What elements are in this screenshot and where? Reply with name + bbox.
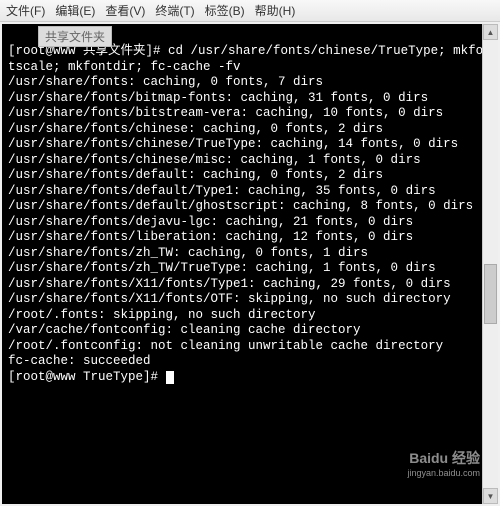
scroll-up-icon[interactable]: ▲ (483, 24, 498, 40)
menu-help[interactable]: 帮助(H) (255, 2, 296, 19)
output-line: /usr/share/fonts/chinese: caching, 0 fon… (8, 122, 383, 136)
output-line: /usr/share/fonts/chinese/misc: caching, … (8, 153, 421, 167)
menubar: 文件(F) 编辑(E) 查看(V) 终端(T) 标签(B) 帮助(H) (0, 0, 500, 22)
menu-edit[interactable]: 编辑(E) (55, 2, 95, 19)
cursor (166, 371, 174, 384)
output-line: /usr/share/fonts/chinese/TrueType: cachi… (8, 137, 458, 151)
output-line: /usr/share/fonts/zh_TW/TrueType: caching… (8, 261, 436, 275)
output-line: /usr/share/fonts/default/ghostscript: ca… (8, 199, 473, 213)
menu-tabs[interactable]: 标签(B) (205, 2, 245, 19)
prompt-2: [root@www TrueType]# (8, 370, 166, 384)
menu-terminal[interactable]: 终端(T) (155, 2, 194, 19)
scroll-down-icon[interactable]: ▼ (483, 488, 498, 504)
scroll-track[interactable] (483, 40, 498, 488)
output-line: /usr/share/fonts/liberation: caching, 12… (8, 230, 413, 244)
output-line: fc-cache: succeeded (8, 354, 151, 368)
tab-label: 共享文件夹 (38, 26, 112, 47)
output-line: /root/.fonts: skipping, no such director… (8, 308, 316, 322)
output-line: /usr/share/fonts: caching, 0 fonts, 7 di… (8, 75, 323, 89)
output-line: /usr/share/fonts/bitmap-fonts: caching, … (8, 91, 428, 105)
output-line: /usr/share/fonts/X11/fonts/OTF: skipping… (8, 292, 451, 306)
menu-file[interactable]: 文件(F) (6, 2, 45, 19)
output-line: /usr/share/fonts/bitstream-vera: caching… (8, 106, 443, 120)
output-line: /usr/share/fonts/default: caching, 0 fon… (8, 168, 383, 182)
scroll-thumb[interactable] (484, 264, 497, 324)
menu-view[interactable]: 查看(V) (105, 2, 145, 19)
output-line: /root/.fontconfig: not cleaning unwritab… (8, 339, 443, 353)
output-line: /usr/share/fonts/X11/fonts/Type1: cachin… (8, 277, 451, 291)
output-line: /usr/share/fonts/zh_TW: caching, 0 fonts… (8, 246, 368, 260)
output-line: /var/cache/fontconfig: cleaning cache di… (8, 323, 361, 337)
output-line: /usr/share/fonts/dejavu-lgc: caching, 21… (8, 215, 413, 229)
scrollbar[interactable]: ▲ ▼ (482, 24, 498, 504)
output-line: /usr/share/fonts/default/Type1: caching,… (8, 184, 436, 198)
terminal-output[interactable]: [root@www 共享文件夹]# cd /usr/share/fonts/ch… (2, 24, 498, 504)
